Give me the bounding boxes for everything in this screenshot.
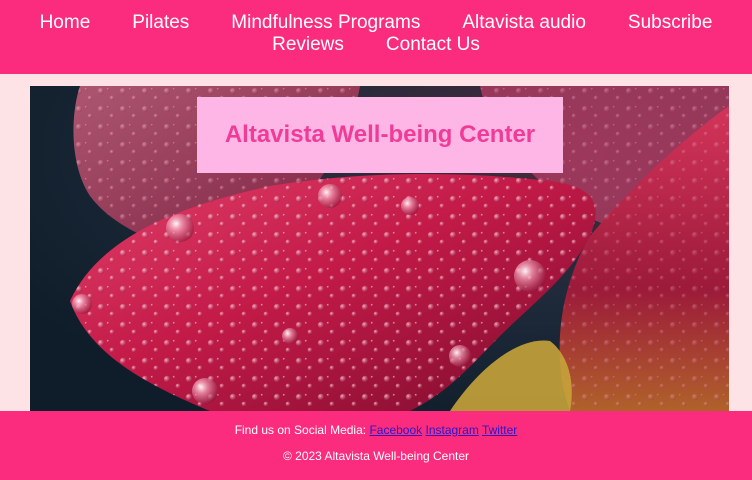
nav-link-home[interactable]: Home — [40, 12, 91, 33]
twitter-link[interactable]: Twitter — [482, 423, 517, 437]
page-footer: Find us on Social Media: Facebook Instag… — [0, 411, 752, 480]
site-title: Altavista Well-being Center — [224, 121, 536, 148]
instagram-link[interactable]: Instagram — [425, 423, 478, 437]
nav-row: Reviews Contact Us — [0, 34, 752, 55]
nav-link-pilates[interactable]: Pilates — [132, 12, 189, 33]
nav-link-altavista-audio[interactable]: Altavista audio — [462, 12, 586, 33]
nav-link-mindfulness-programs[interactable]: Mindfulness Programs — [231, 12, 420, 33]
copyright: © 2023 Altavista Well-being Center — [282, 449, 470, 463]
nav-link-reviews[interactable]: Reviews — [272, 34, 344, 55]
top-navigation: Home Pilates Mindfulness Programs Altavi… — [0, 0, 752, 74]
nav-row: Home Pilates Mindfulness Programs Altavi… — [0, 12, 752, 33]
nav-link-contact-us[interactable]: Contact Us — [386, 34, 480, 55]
site-title-banner: Altavista Well-being Center — [197, 97, 563, 173]
social-prefix: Find us on Social Media: — [234, 423, 367, 437]
nav-link-subscribe[interactable]: Subscribe — [628, 12, 713, 33]
facebook-link[interactable]: Facebook — [369, 423, 422, 437]
social-links: Find us on Social Media: Facebook Instag… — [0, 423, 752, 437]
